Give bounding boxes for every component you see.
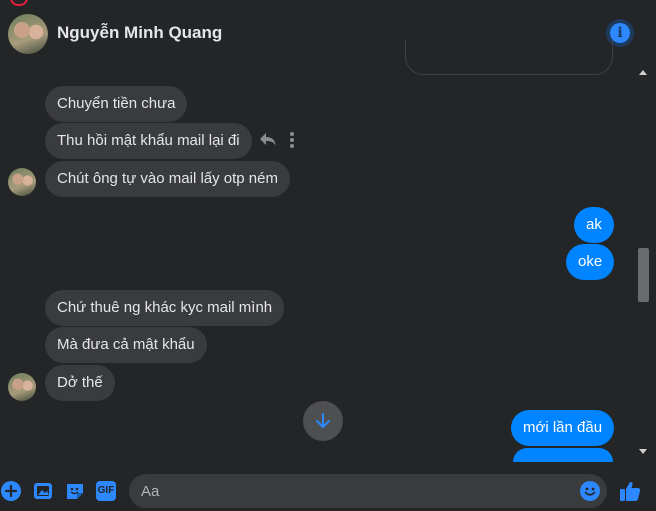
previous-message-bubble — [405, 40, 613, 75]
scroll-up-arrow-icon[interactable] — [636, 66, 650, 80]
emoji-icon[interactable] — [580, 481, 600, 501]
scrollbar-thumb[interactable] — [638, 248, 649, 302]
image-icon[interactable] — [33, 481, 53, 501]
message-incoming[interactable]: Mà đưa cả mật khẩu — [45, 327, 207, 363]
contact-avatar[interactable] — [8, 14, 48, 54]
message-input-placeholder: Aa — [141, 483, 160, 500]
plus-icon[interactable] — [1, 481, 21, 501]
message-incoming[interactable]: Chứ thuê ng khác kyc mail mình — [45, 290, 285, 326]
contact-avatar-small[interactable] — [8, 168, 36, 196]
message-outgoing[interactable]: mới lần đầu — [511, 410, 615, 446]
scroll-down-arrow-icon[interactable] — [636, 444, 650, 458]
reply-icon[interactable] — [258, 131, 278, 149]
message-incoming[interactable]: Chút ông tự vào mail lấy otp ném — [45, 161, 290, 197]
scroll-to-bottom-button[interactable] — [303, 401, 343, 441]
contact-name[interactable]: Nguyễn Minh Quang — [57, 23, 222, 43]
info-icon: i — [610, 23, 630, 43]
contact-avatar-small[interactable] — [8, 373, 36, 401]
message-outgoing-partial — [513, 448, 613, 462]
message-incoming[interactable]: Dở thế — [45, 365, 115, 401]
message-outgoing[interactable]: ak — [574, 207, 614, 243]
message-input[interactable] — [129, 474, 607, 508]
message-incoming[interactable]: Thu hồi mật khẩu mail lại đi — [45, 123, 252, 159]
message-incoming[interactable]: Chuyển tiền chưa — [45, 86, 188, 122]
arrow-down-icon — [316, 413, 330, 428]
sticker-icon[interactable] — [65, 481, 85, 501]
message-outgoing[interactable]: oke — [566, 244, 615, 280]
notification-badge — [10, 0, 28, 6]
thumbs-up-icon[interactable] — [618, 479, 642, 503]
more-options-icon[interactable] — [289, 131, 295, 149]
gif-icon[interactable]: GIF — [96, 481, 116, 501]
